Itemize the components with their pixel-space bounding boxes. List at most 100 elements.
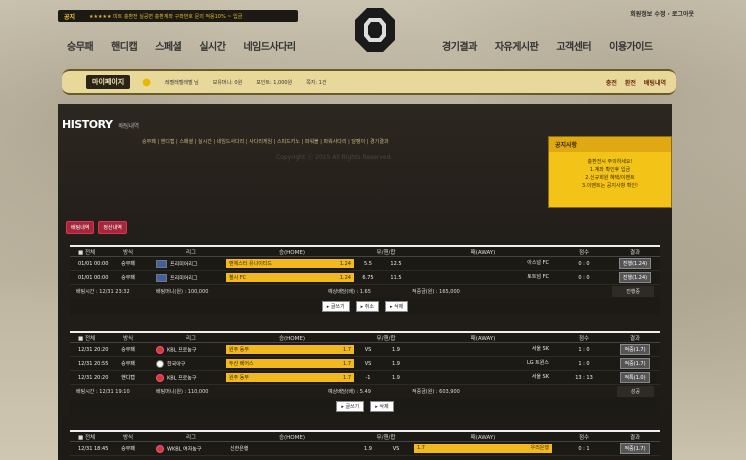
main-nav-left: 승무패 핸디캡 스페셜 실시간 네임드사다리 — [67, 38, 296, 53]
nav-item-results[interactable]: 경기결과 — [442, 38, 477, 53]
nav-item-guide[interactable]: 이용가이드 — [609, 38, 653, 53]
bet-summary: 배팅시간 : 12/31 23:32 배팅머니(원) : 100,000 예상배… — [70, 285, 660, 298]
notice-bar[interactable]: 공지 ★★★★★ 미트 충환전 실공면 충환계좌 구좌번호 문의 적용10% ~… — [58, 10, 298, 22]
user-message[interactable]: 쪽지: 1건 — [306, 79, 326, 86]
away-team[interactable]: 서울 SK — [529, 345, 552, 354]
home-team: 두산 베어스 — [229, 361, 254, 367]
bet-history-tab[interactable]: 배팅내역 — [66, 221, 95, 234]
result-cell: 진행(1.24) — [610, 258, 660, 269]
nav-item-win-draw-lose[interactable]: 승무패 — [67, 38, 94, 53]
home-team[interactable]: 신한은행 — [226, 446, 248, 452]
slip-action-button[interactable]: ▸ 삭제 — [370, 401, 394, 412]
home-team-pick[interactable]: 원주 동부 1.7 — [226, 373, 354, 382]
notice-label: 공지 — [64, 13, 76, 21]
header-mid: 무/핸/합 — [376, 434, 396, 441]
table-row: 01/01 00:00 승무패 프리미어리그 첼시 FC 1.24 6.75 11… — [70, 271, 660, 285]
bet-status: 진행중 — [612, 286, 654, 297]
nav-item-live[interactable]: 실시간 — [199, 38, 226, 53]
home-team: 첼시 FC — [229, 275, 247, 281]
league-flag-icon — [156, 259, 167, 268]
notice-box-title[interactable]: 공지사항 — [549, 137, 671, 152]
slip-action-button[interactable]: ▸ 글쓰기 — [336, 401, 365, 412]
bet-type: 승무패 — [121, 347, 135, 353]
table-row: 01/01 00:00 승무패 프리미어리그 맨체스터 유나이티드 1.24 5.… — [70, 257, 660, 271]
away-odds-mid: 11.5 — [390, 274, 402, 281]
away-team[interactable]: 서울 SK — [529, 373, 552, 382]
bet-history-link[interactable]: 배팅내역 — [644, 78, 666, 87]
mypage-button[interactable]: 마이페이지 — [86, 75, 131, 89]
select-all-checkbox[interactable]: ■ 전체 — [70, 433, 110, 441]
history-tab-buttons: 배팅내역 정산내역 — [66, 221, 127, 234]
bet-time: 배팅시간 : 12/31 19:10 — [76, 389, 130, 395]
away-team-pick[interactable]: 1.7 우리은행 — [414, 444, 552, 453]
table-header: ■ 전체 방식 리그 승(HOME) 무/핸/합 패(AWAY) 점수 결과 — [70, 247, 660, 257]
header-mid: 무/핸/합 — [376, 249, 396, 256]
home-team-pick[interactable]: 첼시 FC 1.24 — [226, 273, 354, 282]
slip-action-button[interactable]: ▸ 취소 — [355, 301, 379, 312]
header-type: 방식 — [122, 335, 134, 342]
header-away: 패(AWAY) — [470, 434, 496, 441]
expected-odds: 예상배당(배) : 5.49 — [328, 389, 371, 395]
site-logo[interactable] — [352, 0, 398, 60]
home-odds: 1.7 — [343, 374, 351, 381]
home-team-pick[interactable]: 두산 베어스 1.7 — [226, 359, 354, 368]
withdraw-link[interactable]: 환전 — [625, 78, 636, 87]
select-all-checkbox[interactable]: ■ 전체 — [70, 334, 110, 342]
away-team[interactable]: 토트넘 FC — [524, 273, 552, 282]
nav-item-board[interactable]: 자유게시판 — [495, 38, 539, 53]
settlement-tab[interactable]: 정산내역 — [98, 221, 127, 234]
notice-text[interactable]: ★★★★★ 미트 충환전 실공면 충환계좌 구좌번호 문의 적용10% ~ 입금 — [89, 13, 242, 20]
top-links[interactable]: 회원정보 수정 · 로그아웃 — [630, 9, 694, 18]
header-all: 전체 — [84, 335, 96, 342]
user-point: 포인트: 1,000원 — [256, 79, 293, 86]
away-odds-mid: VS — [392, 445, 400, 452]
draw-odds: 6.75 — [362, 274, 374, 281]
table-row: 12/31 20:20 승무패 KBL 프로농구 원주 동부 1.7 VS 1.9… — [70, 343, 660, 357]
home-team-pick[interactable]: 원주 동부 1.7 — [226, 345, 354, 354]
away-odds-mid: 1.9 — [392, 346, 400, 353]
score: 13 : 13 — [575, 374, 593, 381]
win-amount: 적중금(원) : 165,000 — [412, 289, 460, 295]
sub-nav[interactable]: 승무패 | 핸디캡 | 스페셜 | 실시간 | 네임드사다리 | 사다리게임 |… — [142, 138, 388, 145]
nav-item-named-ladder[interactable]: 네임드사다리 — [243, 38, 296, 53]
table-row: 12/31 20:20 핸디캡 KBL 프로농구 원주 동부 1.7 -1 1.9… — [70, 371, 660, 385]
select-all-checkbox[interactable]: ■ 전체 — [70, 248, 110, 256]
home-team: 맨체스터 유나이티드 — [229, 261, 272, 267]
deposit-link[interactable]: 충전 — [606, 78, 617, 87]
league-cell: WKBL 여자농구 — [146, 444, 226, 453]
expected-odds: 예상배당(배) : 1.65 — [328, 289, 371, 295]
slip-action-button[interactable]: ▸ 삭제 — [384, 301, 409, 312]
result-badge: 적중(1.7) — [620, 358, 650, 369]
home-cell: 신한은행 — [226, 445, 358, 452]
slip-action-button[interactable]: ▸ 글쓰기 — [321, 301, 350, 312]
nav-item-support[interactable]: 고객센터 — [556, 38, 591, 53]
bet-type: 승무패 — [121, 446, 135, 452]
result-badge: 적중(1.7) — [620, 443, 650, 454]
away-odds-mid: 1.9 — [392, 374, 400, 381]
home-team-pick[interactable]: 맨체스터 유나이티드 1.24 — [226, 259, 354, 268]
bet-type: 승무패 — [121, 261, 135, 267]
header-home: 승(HOME) — [278, 434, 306, 441]
home-team: 원주 동부 — [229, 375, 249, 381]
user-money: 보유머니: 0원 — [212, 79, 243, 86]
header-league: 리그 — [185, 335, 197, 342]
notice-line: 2.신규회원 혜택/이벤트 — [585, 175, 635, 181]
bet-amount: 배팅머니(원) : 100,000 — [156, 289, 209, 295]
notice-line: 1.계좌 확인후 입금 — [589, 167, 631, 173]
league-cell: KBL 프로농구 — [146, 373, 226, 382]
away-team[interactable]: LG 트윈스 — [524, 359, 552, 368]
league-name: KBL 프로농구 — [167, 347, 197, 353]
match-date: 12/31 20:20 — [78, 346, 109, 353]
away-cell: LG 트윈스 — [414, 359, 558, 368]
header-all: 전체 — [84, 434, 96, 441]
draw-odds: 5.5 — [364, 260, 372, 267]
away-team[interactable]: 아스널 FC — [524, 259, 552, 268]
slip-action-label: 글쓰기 — [330, 304, 345, 310]
nav-item-handicap[interactable]: 핸디캡 — [111, 38, 138, 53]
home-odds: 1.7 — [343, 360, 351, 367]
header-result: 결과 — [629, 434, 641, 441]
home-cell: 첼시 FC 1.24 — [226, 273, 358, 282]
header-result: 결과 — [629, 249, 641, 256]
table-header: ■ 전체 방식 리그 승(HOME) 무/핸/합 패(AWAY) 점수 결과 — [70, 432, 660, 442]
nav-item-special[interactable]: 스페셜 — [155, 38, 182, 53]
